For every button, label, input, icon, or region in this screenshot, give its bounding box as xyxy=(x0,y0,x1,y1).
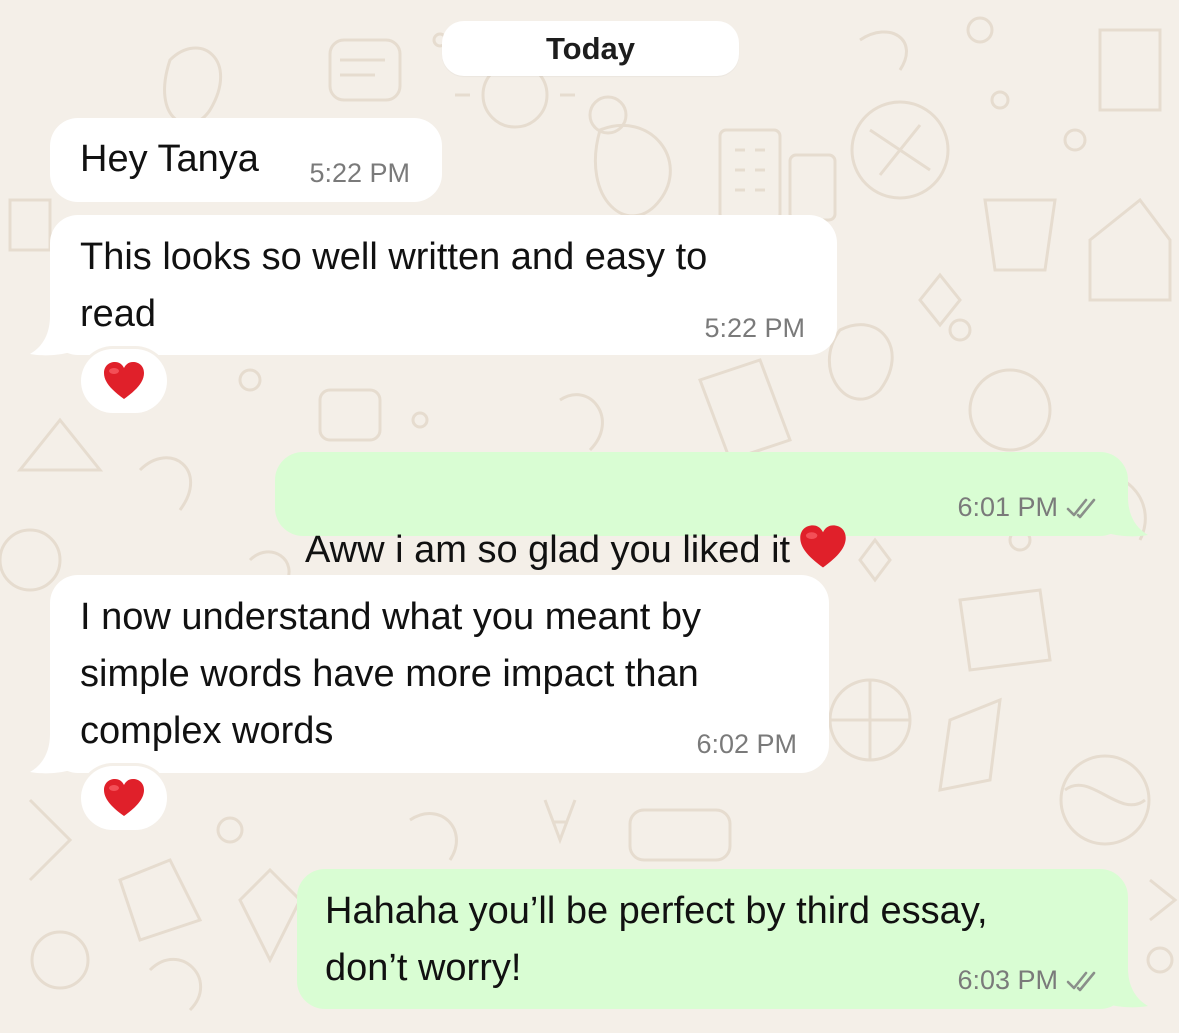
reaction-badge[interactable] xyxy=(81,349,167,413)
message-text: Aww i am so glad you liked it xyxy=(305,529,791,571)
date-label: Today xyxy=(546,30,635,66)
message-meta: 6:01 PM xyxy=(957,492,1100,523)
message-meta: 6:03 PM xyxy=(957,965,1100,996)
message-time: 6:01 PM xyxy=(957,492,1058,522)
message-time: 5:22 PM xyxy=(309,158,410,188)
incoming-message[interactable]: This looks so well written and easy to r… xyxy=(50,215,837,355)
message-meta: 5:22 PM xyxy=(704,313,805,344)
message-time: 6:02 PM xyxy=(696,729,797,759)
message-text: Hahaha you’ll be perfect by third essay,… xyxy=(325,890,988,989)
message-time: 6:03 PM xyxy=(957,965,1058,995)
reaction-badge[interactable] xyxy=(81,766,167,830)
message-text: Hey Tanya xyxy=(80,138,259,180)
red-heart-icon xyxy=(104,362,144,399)
incoming-message[interactable]: Hey Tanya 5:22 PM xyxy=(50,118,442,202)
message-text: This looks so well written and easy to r… xyxy=(80,236,708,335)
red-heart-icon xyxy=(104,779,144,816)
message-time: 5:22 PM xyxy=(704,313,805,343)
double-check-icon xyxy=(1066,498,1096,518)
double-check-icon xyxy=(1066,971,1096,991)
red-heart-icon xyxy=(798,524,848,570)
message-meta: 5:22 PM xyxy=(309,158,410,189)
message-text: I now understand what you meant by simpl… xyxy=(80,596,702,752)
outgoing-message[interactable]: Aww i am so glad you liked it 6:01 PM xyxy=(275,452,1128,571)
incoming-message[interactable]: I now understand what you meant by simpl… xyxy=(50,575,829,773)
message-text-row: Aww i am so glad you liked it xyxy=(305,465,848,579)
message-meta: 6:02 PM xyxy=(696,729,797,760)
outgoing-message[interactable]: Hahaha you’ll be perfect by third essay,… xyxy=(297,869,1128,1009)
date-separator: Today xyxy=(442,21,739,76)
